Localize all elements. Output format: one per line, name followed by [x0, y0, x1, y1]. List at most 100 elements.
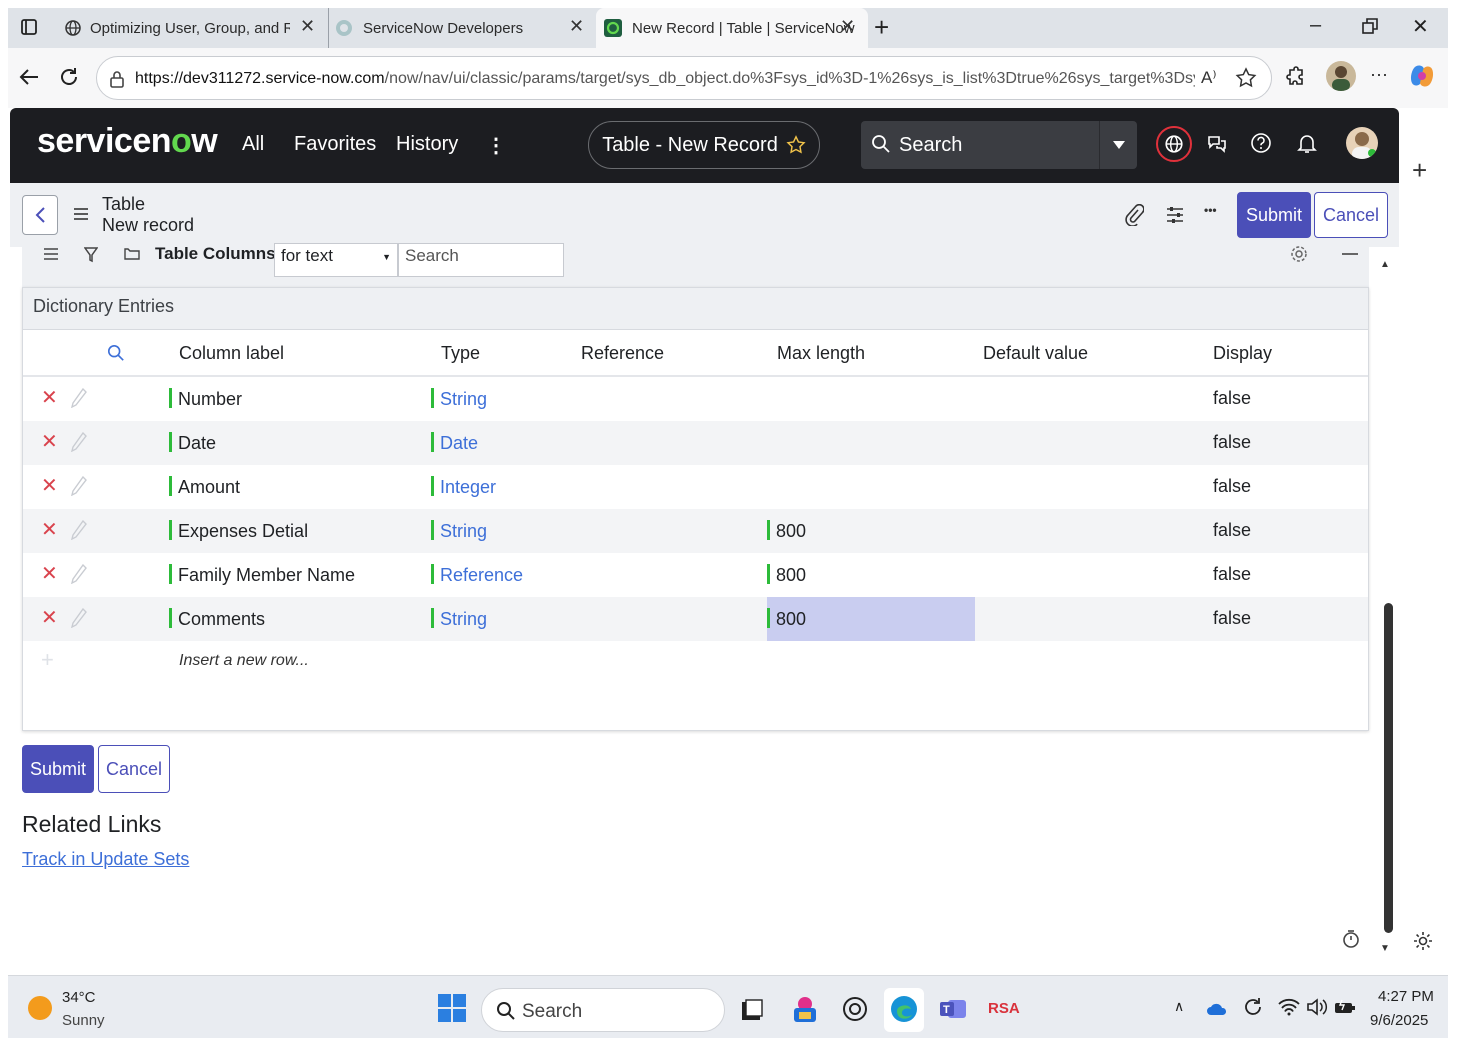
col-display[interactable]: Display	[1213, 343, 1272, 364]
refresh-sync-icon[interactable]	[1242, 996, 1264, 1018]
lock-icon[interactable]	[109, 70, 125, 88]
chat-icon[interactable]	[1206, 132, 1230, 156]
chevron-down-icon[interactable]	[1099, 121, 1137, 169]
delete-row-icon[interactable]: ✕	[41, 473, 58, 498]
windows-start-icon[interactable]	[438, 994, 466, 1022]
cell-type[interactable]: Reference	[431, 564, 523, 586]
cancel-button[interactable]: Cancel	[1314, 192, 1388, 238]
column-search-icon[interactable]	[107, 344, 125, 362]
edit-pencil-icon[interactable]	[71, 432, 87, 452]
edit-pencil-icon[interactable]	[71, 476, 87, 496]
cell-max-length[interactable]: 800	[767, 564, 806, 586]
col-default-value[interactable]: Default value	[983, 343, 1088, 364]
col-type[interactable]: Type	[441, 343, 480, 364]
tab-actions-icon[interactable]	[20, 18, 38, 36]
nav-favorites[interactable]: Favorites	[294, 133, 376, 156]
store-app-icon[interactable]	[790, 994, 820, 1024]
url-field[interactable]: https://dev311272.service-now.com/now/na…	[96, 56, 1272, 100]
copilot-icon[interactable]	[1408, 62, 1436, 90]
user-avatar[interactable]	[1346, 127, 1378, 159]
onedrive-icon[interactable]	[1206, 1002, 1228, 1016]
chatgpt-icon[interactable]	[842, 996, 868, 1022]
rsa-app-icon[interactable]: RSA	[988, 1000, 1020, 1017]
group-icon[interactable]	[124, 247, 140, 261]
cell-type[interactable]: Integer	[431, 476, 496, 498]
cell-type[interactable]: String	[431, 608, 487, 630]
edit-pencil-icon[interactable]	[71, 608, 87, 628]
edge-browser-icon[interactable]	[884, 988, 924, 1032]
cell-max-length[interactable]: 800	[767, 520, 806, 542]
servicenow-logo[interactable]: servicenow	[37, 122, 218, 161]
refresh-icon[interactable]	[58, 66, 80, 88]
delete-row-icon[interactable]: ✕	[41, 385, 58, 410]
cell-type[interactable]: Date	[431, 432, 478, 454]
more-actions-icon[interactable]: •••	[1204, 203, 1217, 217]
nav-history[interactable]: History	[396, 133, 458, 156]
close-icon[interactable]: ✕	[840, 16, 855, 37]
col-column-label[interactable]: Column label	[179, 343, 284, 364]
read-aloud-icon[interactable]: A⁾	[1201, 68, 1217, 88]
browser-tab-1[interactable]: Optimizing User, Group, and Role ✕	[56, 8, 326, 48]
edit-pencil-icon[interactable]	[71, 564, 87, 584]
cell-column-label[interactable]: Family Member Name	[169, 564, 355, 586]
add-row-icon[interactable]: +	[41, 647, 54, 673]
bell-icon[interactable]	[1296, 132, 1320, 156]
restore-icon[interactable]	[1362, 14, 1378, 34]
close-icon[interactable]: ✕	[300, 16, 315, 37]
extensions-icon[interactable]	[1284, 66, 1306, 88]
cell-column-label[interactable]: Number	[169, 388, 242, 410]
list-menu-icon[interactable]	[44, 247, 58, 261]
cell-type[interactable]: String	[431, 520, 487, 542]
wifi-icon[interactable]	[1278, 998, 1300, 1016]
taskbar-search[interactable]: Search	[481, 988, 725, 1032]
cell-column-label[interactable]: Comments	[169, 608, 265, 630]
list-search-input[interactable]: Search	[398, 243, 564, 277]
cell-max-length[interactable]: 800	[767, 608, 806, 630]
close-window-icon[interactable]: ✕	[1412, 14, 1429, 39]
global-search[interactable]: Search	[861, 121, 1137, 169]
attachment-icon[interactable]	[1124, 204, 1144, 226]
close-icon[interactable]: ✕	[569, 16, 584, 37]
delete-row-icon[interactable]: ✕	[41, 605, 58, 630]
new-tab-icon[interactable]: +	[874, 12, 889, 43]
insert-row[interactable]: + Insert a new row...	[23, 641, 1368, 685]
cell-display[interactable]: false	[1213, 476, 1251, 497]
tray-chevron-up-icon[interactable]: ∧	[1174, 998, 1184, 1015]
cell-display[interactable]: false	[1213, 388, 1251, 409]
favorite-star-icon[interactable]	[1235, 67, 1257, 89]
browser-tab-2[interactable]: ServiceNow Developers ✕	[328, 8, 598, 48]
cell-display[interactable]: false	[1213, 608, 1251, 629]
cell-column-label[interactable]: Amount	[169, 476, 240, 498]
delete-row-icon[interactable]: ✕	[41, 517, 58, 542]
edit-pencil-icon[interactable]	[71, 388, 87, 408]
weather-temp[interactable]: 34°C	[62, 989, 96, 1006]
cell-column-label[interactable]: Expenses Detial	[169, 520, 308, 542]
weather-sun-icon[interactable]	[28, 996, 52, 1020]
delete-row-icon[interactable]: ✕	[41, 429, 58, 454]
clock-time[interactable]: 4:27 PM	[1378, 988, 1434, 1005]
profile-avatar[interactable]	[1326, 61, 1356, 91]
timer-icon[interactable]	[1342, 929, 1360, 949]
filter-icon[interactable]	[84, 247, 98, 263]
scrollbar-thumb[interactable]	[1384, 603, 1393, 933]
bottom-submit-button[interactable]: Submit	[22, 745, 94, 793]
bottom-cancel-button[interactable]: Cancel	[98, 745, 170, 793]
collapse-icon[interactable]	[1342, 253, 1358, 255]
list-settings-gear-icon[interactable]	[1290, 245, 1308, 263]
browser-sidebar-settings-icon[interactable]	[1412, 930, 1434, 952]
context-pill[interactable]: Table - New Record	[588, 121, 820, 169]
back-button[interactable]	[22, 195, 58, 235]
cell-display[interactable]: false	[1213, 432, 1251, 453]
cell-column-label[interactable]: Date	[169, 432, 216, 454]
cell-type[interactable]: String	[431, 388, 487, 410]
browser-menu-icon[interactable]: ···	[1370, 64, 1388, 85]
volume-icon[interactable]	[1306, 998, 1328, 1016]
browser-tab-3[interactable]: New Record | Table | ServiceNow ✕	[596, 8, 868, 48]
back-arrow-icon[interactable]	[18, 66, 40, 88]
clock-date[interactable]: 9/6/2025	[1370, 1012, 1428, 1029]
weather-condition[interactable]: Sunny	[62, 1012, 105, 1029]
scroll-up-icon[interactable]: ▲	[1380, 259, 1390, 270]
settings-sliders-icon[interactable]	[1165, 205, 1185, 225]
scope-globe-icon[interactable]	[1156, 126, 1192, 162]
submit-button[interactable]: Submit	[1237, 192, 1311, 238]
